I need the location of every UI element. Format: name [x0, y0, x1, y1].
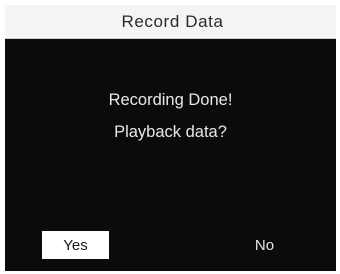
device-screen: Record Data Recording Done! Playback dat… — [5, 5, 336, 271]
no-button[interactable]: No — [231, 231, 298, 259]
yes-button[interactable]: Yes — [42, 231, 109, 259]
dialog-message-line-1: Recording Done! — [108, 91, 233, 109]
dialog-message-line-2: Playback data? — [114, 123, 227, 141]
title-bar: Record Data — [5, 5, 336, 39]
device-frame: Record Data Recording Done! Playback dat… — [0, 0, 340, 274]
page-title: Record Data — [121, 11, 224, 31]
